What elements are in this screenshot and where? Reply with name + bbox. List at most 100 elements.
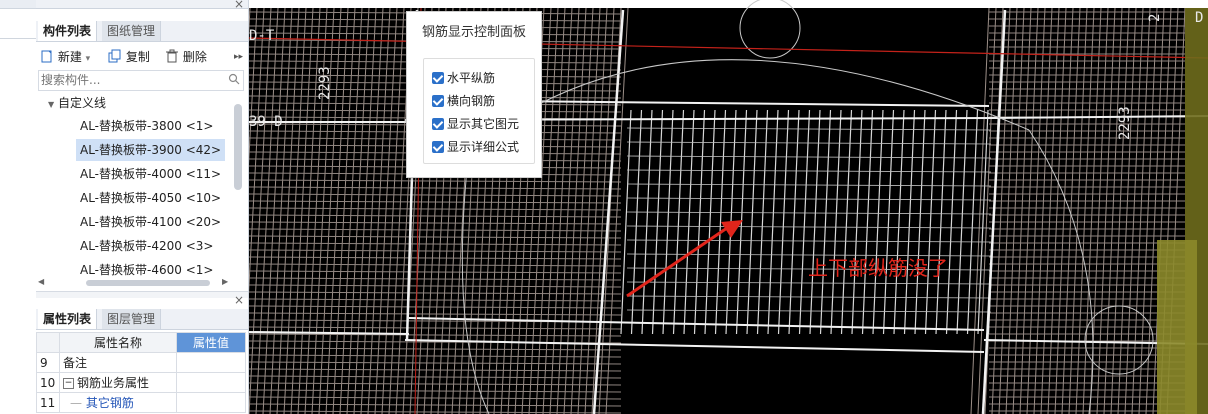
property-value-cell[interactable] [176,392,246,413]
expand-arrow-icon[interactable]: ▼ [48,100,54,109]
rebar-line [1138,7,1158,414]
rebar-line [630,109,643,335]
rebar-line [249,305,622,309]
property-name-cell: — 其它钢筋 [59,392,177,413]
checkbox-checked-icon[interactable] [432,95,444,107]
tab-drawing-management[interactable]: 图纸管理 [102,21,162,41]
rebar-line [262,7,286,414]
highlight-block [1157,240,1197,414]
property-value-cell[interactable] [176,352,246,373]
delete-button[interactable]: 删除 [165,48,207,66]
table-row[interactable]: 9 备注 [36,352,246,373]
tree-item[interactable]: AL-替换板带-4200 <3> [80,235,213,257]
search-box[interactable] [38,70,244,91]
checkbox-checked-icon[interactable] [432,118,444,130]
new-label: 新建 [57,50,82,64]
tree-root[interactable]: ▼ 自定义线 [48,92,106,114]
checkbox-checked-icon[interactable] [432,141,444,153]
checkbox-horizontal-longitudinal[interactable]: 水平纵筋 [432,69,495,87]
rebar-line [249,368,622,372]
rebar-line [651,109,664,335]
scroll-right-icon[interactable]: ▶ [222,277,228,286]
rebar-line [249,242,622,246]
tree-item[interactable]: AL-替换板带-4100 <20> [80,211,221,233]
canvas-top-strip [249,0,1208,8]
rebar-line [249,186,622,190]
checkbox-show-other-elements[interactable]: 显示其它图元 [432,115,519,133]
checkbox-show-detailed-formula[interactable]: 显示详细公式 [432,138,519,156]
option-group: 水平纵筋 横向钢筋 显示其它图元 显示详细公式 [423,58,535,164]
rebar-line [1040,7,1060,414]
rebar-line [830,109,842,335]
axis-label: D-T [249,28,275,44]
search-icon[interactable] [228,73,240,85]
table-row[interactable]: 10 − 钢筋业务属性 [36,372,246,393]
rebar-line [819,109,832,335]
rebar-line [249,221,622,225]
search-input[interactable] [39,71,223,88]
checkbox-transverse-rebar[interactable]: 横向钢筋 [432,92,495,110]
rebar-line [591,7,615,414]
tree-horizontal-scrollbar[interactable] [86,280,210,286]
property-group-label: 钢筋业务属性 [77,376,150,390]
rebar-line [290,7,314,414]
rebar-line [249,361,622,365]
rebar-line [798,109,811,335]
close-icon[interactable]: × [234,294,244,306]
scroll-left-icon[interactable]: ◀ [38,277,44,286]
dimension-label: 2293 [317,66,333,100]
rebar-line [249,403,622,407]
tree-item-selected[interactable]: AL-替换板带-3900 <42> [76,139,226,161]
dimension-label: 2293 [1117,106,1133,140]
panel-top-strip: × [36,0,248,10]
rebar-line [1005,7,1025,414]
rebar-line [584,7,608,414]
tree-item[interactable]: AL-替换板带-4600 <1> [80,259,213,276]
rebar-line [626,225,992,229]
rebar-line [809,109,821,335]
new-button[interactable]: 新建 ▾ [40,48,90,66]
property-value-cell[interactable] [176,372,246,393]
tab-component-list[interactable]: 构件列表 [38,21,98,41]
tree-vertical-scrollbar[interactable] [234,104,242,190]
chevron-down-icon[interactable]: ▾ [86,54,91,64]
left-edge-divider [0,38,36,39]
component-toolbar: 新建 ▾ 复制 删除 ▸▸ [36,45,248,69]
panel-splitter[interactable]: × [36,291,248,306]
checkbox-checked-icon[interactable] [432,72,444,84]
component-tree: ▼ 自定义线 AL-替换板带-3800 <1> AL-替换板带-3900 <42… [36,92,236,276]
rebar-line [626,169,992,173]
copy-icon [108,49,121,63]
close-icon[interactable]: × [234,0,244,10]
rebar-line [672,109,685,335]
rebar-line [1124,7,1144,414]
toolbar-overflow-icon[interactable]: ▸▸ [234,48,243,66]
checkbox-label: 横向钢筋 [447,94,496,108]
copy-button[interactable]: 复制 [108,48,150,66]
arrow-shaft [626,226,728,298]
rebar-line [1019,7,1039,414]
rebar-line [777,109,790,335]
rebar-line [269,7,293,414]
tree-item[interactable]: AL-替换板带-4000 <11> [80,163,221,185]
property-tabbar: 属性列表 图层管理 [36,309,248,330]
rebar-drawing [249,0,1208,414]
collapse-icon[interactable]: − [63,378,74,389]
tree-item[interactable]: AL-替换板带-4050 <10> [80,187,221,209]
rebar-line [1075,7,1095,414]
rebar-line [767,109,779,335]
cad-canvas[interactable]: D-T 39-D 2293 2293 D 2 [249,0,1208,414]
tab-layer-management[interactable]: 图层管理 [102,309,162,329]
tab-property-list[interactable]: 属性列表 [38,309,98,329]
rebar-line [788,109,800,335]
rebar-line [626,295,992,299]
rebar-line [283,7,307,414]
rebar-line [563,7,587,414]
rebar-line [626,183,992,187]
table-row[interactable]: 11 — 其它钢筋 [36,392,246,413]
rebar-line [249,228,622,232]
copy-label: 复制 [125,50,150,64]
tree-item[interactable]: AL-替换板带-3800 <1> [80,115,213,137]
rebar-line [683,109,695,335]
header-property-value: 属性值 [176,332,246,353]
